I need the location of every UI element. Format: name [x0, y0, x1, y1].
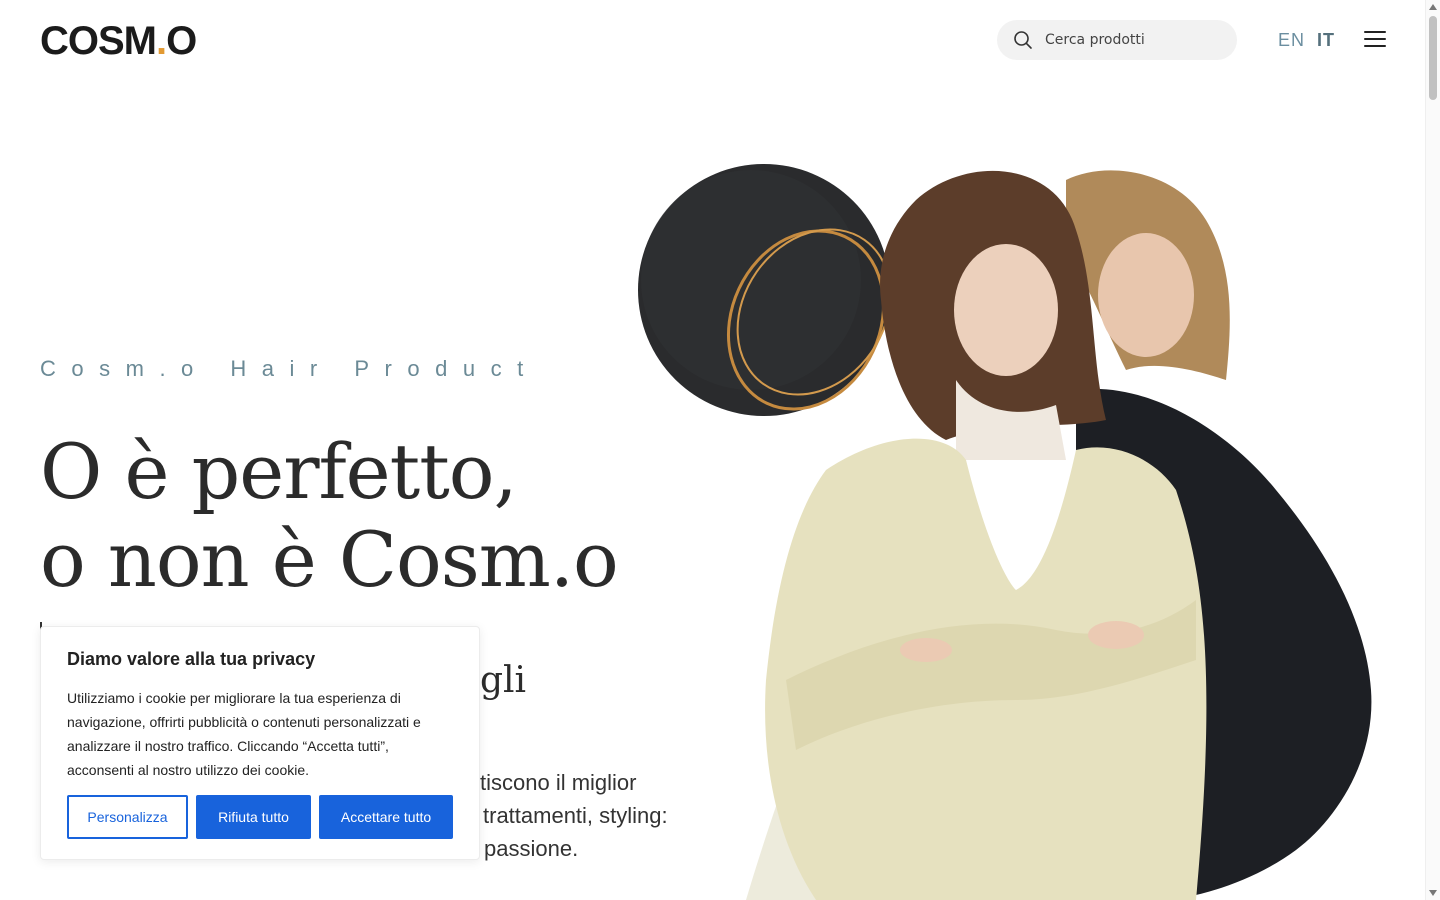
scrollbar-thumb[interactable]	[1429, 16, 1437, 100]
cookie-text: Utilizziamo i cookie per migliorare la t…	[67, 690, 421, 778]
accept-all-button[interactable]: Accettare tutto	[319, 795, 453, 839]
language-switcher: EN IT	[1278, 30, 1341, 51]
reject-all-button[interactable]: Rifiuta tutto	[196, 795, 311, 839]
language-it[interactable]: IT	[1317, 30, 1335, 51]
subheading-visible-text: gli	[480, 660, 527, 701]
search-bar[interactable]	[997, 20, 1237, 60]
cookie-title: Diamo valore alla tua privacy	[67, 649, 316, 669]
language-en[interactable]: EN	[1278, 30, 1305, 51]
hero-headline: O è perfetto, o non è Cosm.o	[40, 427, 619, 604]
menu-bar	[1364, 38, 1386, 40]
search-icon	[1014, 31, 1032, 49]
logo-text-left: COSM	[40, 19, 157, 63]
search-input[interactable]	[1045, 32, 1215, 48]
brand-logo[interactable]: COSM. O	[40, 19, 197, 63]
headline-line-2: o non è Cosm.o	[40, 515, 619, 604]
scroll-up-arrow-icon[interactable]	[1429, 4, 1437, 10]
headline-line-1: O è perfetto,	[40, 427, 518, 516]
scroll-down-arrow-icon[interactable]	[1429, 890, 1437, 896]
customize-button[interactable]: Personalizza	[67, 795, 188, 839]
cookie-actions: Personalizza Rifiuta tutto Accettare tut…	[67, 795, 453, 839]
menu-bar	[1364, 45, 1386, 47]
front-model-face	[954, 244, 1058, 376]
hero-models-image	[638, 164, 1372, 900]
hero-eyebrow: Cosm.o Hair Product	[40, 356, 539, 381]
back-model-face	[1098, 233, 1194, 357]
page-scrollbar[interactable]	[1425, 0, 1440, 900]
hamburger-menu-icon[interactable]	[1364, 31, 1386, 49]
cookie-consent-banner: Diamo valore alla tua privacy Utilizziam…	[40, 626, 480, 860]
menu-bar	[1364, 31, 1386, 33]
logo-dot: .	[156, 19, 167, 63]
logo-text-right: O	[166, 19, 197, 63]
